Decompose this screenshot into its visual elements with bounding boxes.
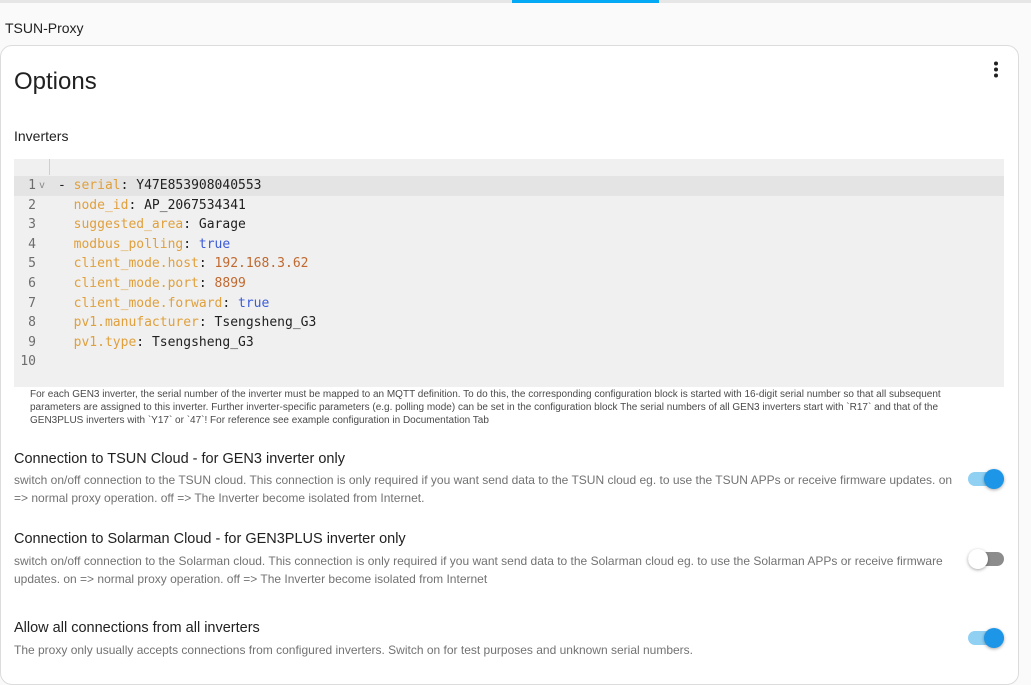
allow-all-connections-toggle[interactable]	[968, 628, 1004, 648]
code-text: pv1.manufacturer: Tsengsheng_G3	[73, 315, 317, 331]
code-text: pv1.type: Tsengsheng_G3	[73, 334, 254, 350]
yaml-key: client_mode.host	[73, 256, 199, 272]
yaml-value: Garage	[198, 217, 246, 233]
code-line[interactable]: 6 client_mode.port: 8899	[14, 274, 1004, 294]
code-line[interactable]: 9 pv1.type: Tsengsheng_G3	[14, 333, 1004, 353]
code-text: client_mode.host: 192.168.3.62	[73, 256, 309, 272]
yaml-value: Tsengsheng_G3	[151, 334, 254, 350]
yaml-key: modbus_polling	[73, 236, 184, 252]
code-line[interactable]: 5 client_mode.host: 192.168.3.62	[14, 254, 1004, 274]
tsun-cloud-toggle[interactable]	[968, 469, 1004, 489]
line-number: 8	[28, 315, 36, 331]
code-line[interactable]: 3 suggested_area: Garage	[14, 215, 1004, 235]
option-tsun-cloud-description: switch on/off connection to the TSUN clo…	[14, 473, 953, 505]
editor-cursor	[49, 159, 50, 175]
toggle-knob	[984, 469, 1004, 489]
inverters-help-text: For each GEN3 inverter, the serial numbe…	[30, 389, 941, 426]
fold-chevron-icon[interactable]: v	[39, 176, 45, 196]
option-tsun-cloud-title: Connection to TSUN Cloud - for GEN3 inve…	[14, 451, 345, 467]
option-allow-all-connections-description: The proxy only usually accepts connectio…	[14, 643, 694, 657]
yaml-value: 8899	[214, 276, 246, 291]
code-text: modbus_polling: true	[73, 236, 231, 252]
yaml-value: 192.168.3.62	[214, 256, 309, 272]
line-number: 9	[28, 334, 36, 350]
line-number: 4	[28, 236, 36, 252]
code-line[interactable]: 10	[14, 352, 1004, 372]
line-number: 3	[28, 217, 36, 233]
page-title: Options	[14, 68, 97, 95]
yaml-key: pv1.manufacturer	[73, 315, 199, 331]
yaml-key: serial	[73, 178, 121, 193]
inverters-label: Inverters	[14, 128, 69, 144]
option-allow-all-connections-title: Allow all connections from all inverters	[14, 620, 260, 636]
code-text: - serial: Y47E853908040553	[58, 178, 262, 193]
yaml-key: pv1.type	[73, 334, 137, 350]
code-line[interactable]: 8 pv1.manufacturer: Tsengsheng_G3	[14, 313, 1004, 333]
active-tab-indicator	[512, 0, 659, 3]
line-number: 6	[28, 276, 36, 291]
yaml-value: Tsengsheng_G3	[214, 315, 317, 331]
code-line[interactable]: 2 node_id: AP_2067534341	[14, 196, 1004, 216]
toggle-knob	[968, 549, 988, 569]
yaml-value: true	[198, 236, 231, 252]
yaml-code-editor[interactable]: 1v - serial: Y47E853908040553 2 node_id: A…	[14, 159, 1004, 387]
app-title: TSUN-Proxy	[5, 20, 84, 36]
toggle-knob	[984, 628, 1004, 648]
code-text: client_mode.forward: true	[73, 295, 270, 311]
option-solarman-cloud-description: switch on/off connection to the Solarman…	[14, 554, 943, 586]
code-line[interactable]: 7 client_mode.forward: true	[14, 294, 1004, 314]
top-tab-bar	[0, 0, 1031, 3]
yaml-value: true	[238, 295, 270, 311]
yaml-value: Y47E853908040553	[136, 178, 262, 193]
option-solarman-cloud-title: Connection to Solarman Cloud - for GEN3P…	[14, 531, 406, 547]
code-text: suggested_area: Garage	[73, 217, 246, 233]
yaml-value: AP_2067534341	[144, 197, 246, 213]
yaml-key: node_id	[73, 197, 129, 213]
line-number: 1	[28, 178, 36, 193]
code-line[interactable]: 1v - serial: Y47E853908040553	[14, 176, 1004, 196]
yaml-key: suggested_area	[73, 217, 184, 233]
line-number: 7	[28, 295, 36, 311]
solarman-cloud-toggle[interactable]	[968, 549, 1004, 569]
line-number: 5	[28, 256, 36, 272]
code-text: node_id: AP_2067534341	[73, 197, 246, 213]
yaml-key: client_mode.forward	[73, 295, 223, 311]
code-text: client_mode.port: 8899	[73, 276, 246, 291]
code-line[interactable]: 4 modbus_polling: true	[14, 235, 1004, 255]
line-number: 10	[20, 354, 36, 370]
line-number: 2	[28, 197, 36, 213]
yaml-key: client_mode.port	[73, 276, 199, 291]
dots-vertical-icon[interactable]	[986, 60, 1006, 80]
